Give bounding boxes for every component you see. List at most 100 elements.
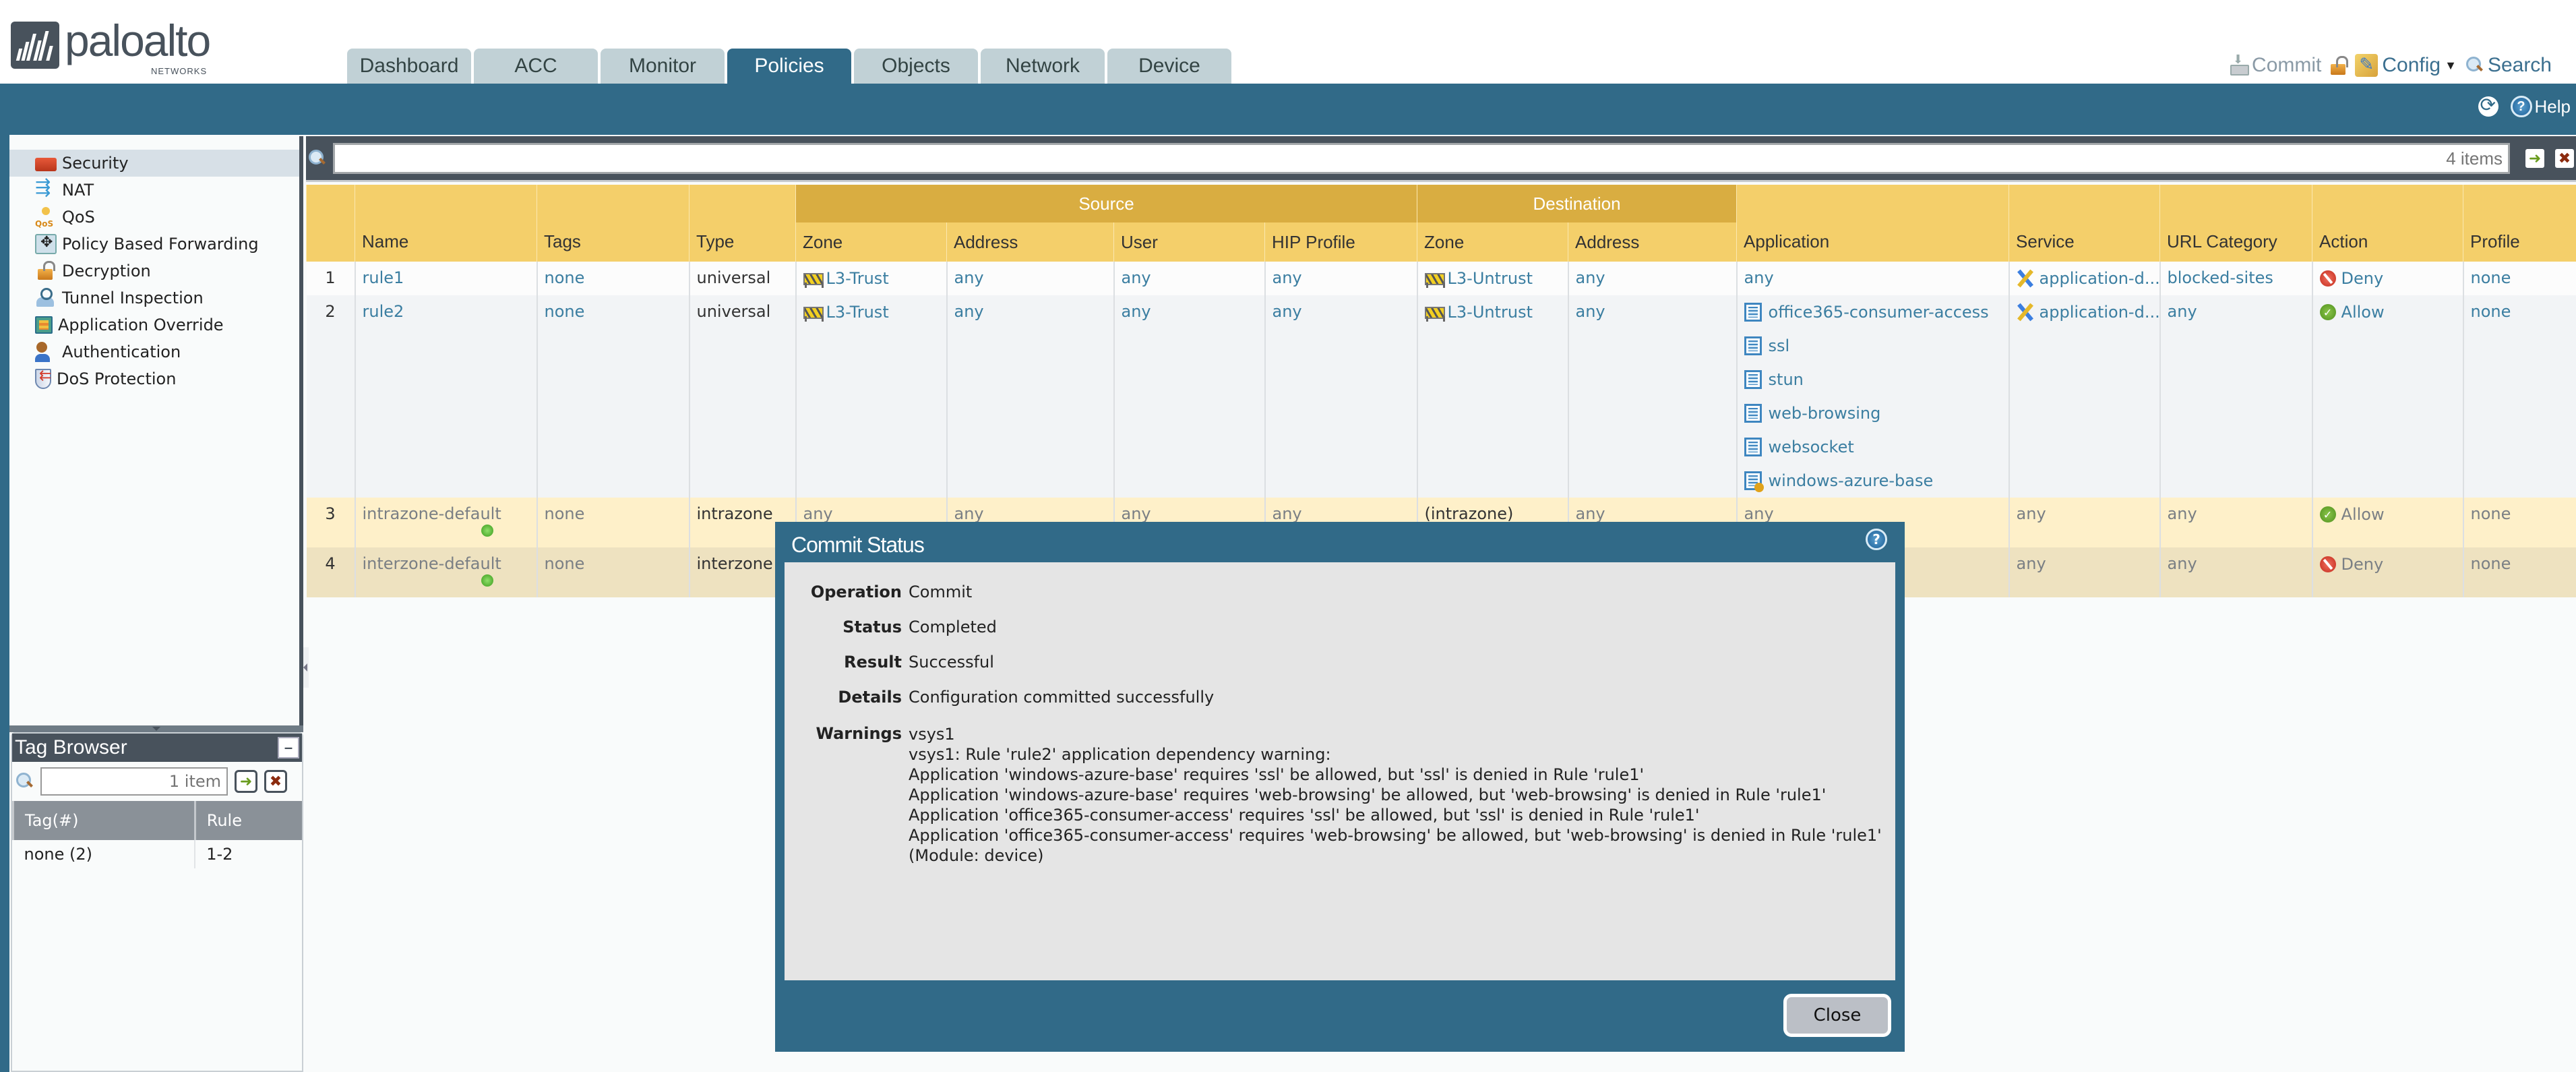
rule-name-cell[interactable]: intrazone-default <box>354 498 537 547</box>
column-header-application[interactable]: Application <box>1736 185 2009 262</box>
column-header-service[interactable]: Service <box>2008 185 2160 262</box>
destination-address[interactable]: any <box>1567 295 1737 498</box>
table-row[interactable]: 1 rule1 none universal L3-Trust any any … <box>306 262 2576 295</box>
rule-name-link[interactable]: rule1 <box>354 262 537 295</box>
sidebar-item-label: Decryption <box>62 262 151 280</box>
sidebar-item-authentication[interactable]: Authentication <box>9 338 299 365</box>
source-user[interactable]: any <box>1113 262 1265 295</box>
source-address[interactable]: any <box>946 295 1114 498</box>
source-address[interactable]: any <box>946 262 1114 295</box>
profile[interactable]: none <box>2462 547 2576 597</box>
config-menu-button[interactable]: Config ▼ <box>2355 54 2457 77</box>
rule-tags[interactable]: none <box>536 262 689 295</box>
apply-filter-button[interactable]: ➜ <box>2523 147 2546 170</box>
tab-monitor[interactable]: Monitor <box>601 49 725 84</box>
sidebar-item-application-override[interactable]: Application Override <box>9 311 299 338</box>
sidebar-item-policy-based-forwarding[interactable]: Policy Based Forwarding <box>9 231 299 258</box>
url-category[interactable]: blocked-sites <box>2159 262 2312 295</box>
service-cell[interactable]: application-d... <box>2008 295 2160 498</box>
url-category[interactable]: any <box>2159 295 2312 498</box>
commit-button[interactable]: Commit <box>2229 53 2321 77</box>
sidebar-item-dos-protection[interactable]: DoS Protection <box>9 365 299 392</box>
column-header-tags[interactable]: Tags <box>536 185 689 262</box>
column-header-source-address[interactable]: Address <box>946 222 1114 262</box>
column-header-rule[interactable]: Rule <box>193 801 302 840</box>
sidebar-splitter-handle[interactable] <box>9 725 303 732</box>
profile[interactable]: none <box>2462 498 2576 547</box>
rule-tags[interactable]: none <box>536 498 689 547</box>
rules-search-input[interactable] <box>333 143 2510 174</box>
application-item[interactable]: web-browsing <box>1744 396 2002 430</box>
profile[interactable]: none <box>2462 295 2576 498</box>
source-user[interactable]: any <box>1113 295 1265 498</box>
table-row[interactable]: 2 rule2 none universal L3-Trust any any … <box>306 295 2576 498</box>
tab-objects[interactable]: Objects <box>854 49 978 84</box>
application-item[interactable]: office365-consumer-access <box>1744 295 2002 329</box>
application-item[interactable]: stun <box>1744 363 2002 396</box>
tag-search-input[interactable] <box>40 767 228 796</box>
destination-zone-cell[interactable]: L3-Untrust <box>1416 262 1568 295</box>
rule-name: intrazone-default <box>362 504 501 523</box>
column-header-url-category[interactable]: URL Category <box>2159 185 2312 262</box>
apply-filter-button[interactable]: ➜ <box>235 770 257 793</box>
sidebar-item-nat[interactable]: NAT <box>9 176 299 204</box>
source-zone-cell[interactable]: L3-Trust <box>795 262 947 295</box>
rule-tags[interactable]: none <box>536 295 689 498</box>
action-cell[interactable]: Deny <box>2311 262 2463 295</box>
profile[interactable]: none <box>2462 262 2576 295</box>
logo-subtext: NETWORKS <box>151 66 208 76</box>
column-header-tag[interactable]: Tag(#) <box>12 801 195 840</box>
clear-filter-button[interactable]: ✖ <box>264 770 287 793</box>
tab-dashboard[interactable]: Dashboard <box>347 49 471 84</box>
rule-name-link[interactable]: rule2 <box>354 295 537 498</box>
column-header-destination-zone[interactable]: Zone <box>1417 222 1568 262</box>
rule-name-cell[interactable]: interzone-default <box>354 547 537 597</box>
application-item[interactable]: ssl <box>1744 329 2002 363</box>
application[interactable]: any <box>1736 262 2009 295</box>
clear-filter-button[interactable]: ✖ <box>2553 147 2576 170</box>
application-item[interactable]: windows-azure-base <box>1744 464 2002 498</box>
url-category[interactable]: any <box>2159 498 2312 547</box>
url-category[interactable]: any <box>2159 547 2312 597</box>
column-header-type[interactable]: Type <box>689 185 796 262</box>
destination-zone-cell[interactable]: L3-Untrust <box>1416 295 1568 498</box>
service[interactable]: any <box>2008 498 2160 547</box>
source-zone-cell[interactable]: L3-Trust <box>795 295 947 498</box>
dialog-help-button[interactable]: ? <box>1866 529 1890 553</box>
column-header-name[interactable]: Name <box>355 185 537 262</box>
source-hip-profile[interactable]: any <box>1264 262 1417 295</box>
column-header-action[interactable]: Action <box>2312 185 2463 262</box>
tab-device[interactable]: Device <box>1107 49 1231 84</box>
column-header-destination-address[interactable]: Address <box>1568 222 1737 262</box>
column-header-source-hip-profile[interactable]: HIP Profile <box>1264 222 1417 262</box>
action-cell[interactable]: Deny <box>2311 547 2463 597</box>
sidebar-item-tunnel-inspection[interactable]: Tunnel Inspection <box>9 285 299 311</box>
close-button[interactable]: Close <box>1783 994 1891 1037</box>
column-header-source-user[interactable]: User <box>1113 222 1265 262</box>
sidebar-collapse-handle[interactable] <box>303 647 309 688</box>
sidebar-item-security[interactable]: Security <box>9 150 299 177</box>
tab-network[interactable]: Network <box>981 49 1105 84</box>
column-header-source-zone[interactable]: Zone <box>795 222 947 262</box>
global-search-button[interactable]: Search <box>2465 54 2552 77</box>
help-button[interactable]: ? Help <box>2510 96 2571 117</box>
rule-type: universal <box>688 295 796 498</box>
tab-acc[interactable]: ACC <box>474 49 598 84</box>
table-row[interactable]: none (2) 1-2 <box>13 840 302 868</box>
config-lock-button[interactable] <box>2331 56 2349 75</box>
refresh-icon[interactable] <box>2478 94 2498 117</box>
rule-tags[interactable]: none <box>536 547 689 597</box>
tab-policies[interactable]: Policies <box>727 49 851 84</box>
sidebar-item-decryption[interactable]: Decryption <box>9 258 299 285</box>
application-item[interactable]: websocket <box>1744 430 2002 464</box>
source-hip-profile[interactable]: any <box>1264 295 1417 498</box>
action-cell[interactable]: ✓ Allow <box>2311 295 2463 498</box>
service-cell[interactable]: application-d... <box>2008 262 2160 295</box>
top-actions: Commit Config ▼ Search <box>2229 53 2552 77</box>
column-header-profile[interactable]: Profile <box>2463 185 2576 262</box>
minimize-button[interactable]: – <box>278 737 299 758</box>
destination-address[interactable]: any <box>1567 262 1737 295</box>
service[interactable]: any <box>2008 547 2160 597</box>
sidebar-item-qos[interactable]: QoS <box>9 204 299 231</box>
action-cell[interactable]: ✓ Allow <box>2311 498 2463 547</box>
